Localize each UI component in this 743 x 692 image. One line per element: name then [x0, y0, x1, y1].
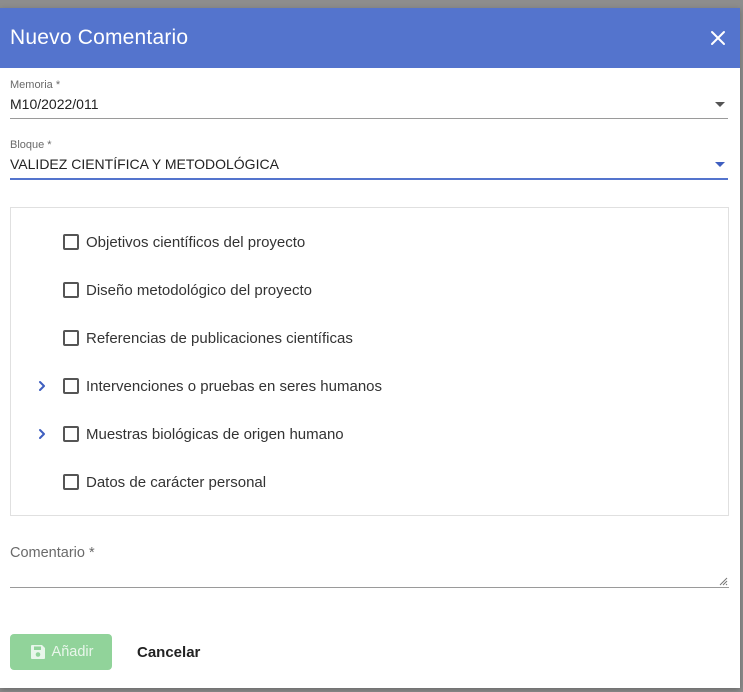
- tree-item[interactable]: Referencias de publicaciones científicas: [11, 326, 728, 350]
- memoria-label: Memoria *: [10, 79, 61, 91]
- comentario-field[interactable]: Comentario *: [10, 545, 729, 588]
- tree-item-checkbox[interactable]: [63, 234, 79, 250]
- tree-item-label: Referencias de publicaciones científicas: [86, 329, 353, 347]
- apartados-tree: Objetivos científicos del proyecto Diseñ…: [10, 207, 729, 516]
- tree-item[interactable]: Diseño metodológico del proyecto: [11, 278, 728, 302]
- tree-item-label: Diseño metodológico del proyecto: [86, 281, 312, 299]
- comentario-textarea[interactable]: [10, 561, 729, 588]
- dialog-title: Nuevo Comentario: [10, 26, 189, 49]
- bloque-label: Bloque *: [10, 139, 52, 151]
- tree-item-checkbox[interactable]: [63, 474, 79, 490]
- bloque-select[interactable]: Bloque * VALIDEZ CIENTÍFICA Y METODOLÓGI…: [10, 139, 728, 180]
- chevron-down-icon[interactable]: [715, 101, 725, 107]
- dialog-footer: Añadir Cancelar: [10, 634, 200, 670]
- memoria-value: M10/2022/011: [10, 96, 99, 112]
- tree-item-checkbox[interactable]: [63, 426, 79, 442]
- dialog-header: Nuevo Comentario: [0, 8, 740, 68]
- tree-item-label: Objetivos científicos del proyecto: [86, 233, 306, 251]
- tree-item-label: Datos de carácter personal: [86, 473, 267, 491]
- close-button[interactable]: [706, 26, 730, 50]
- tree-item-checkbox[interactable]: [63, 330, 79, 346]
- memoria-select[interactable]: Memoria * M10/2022/011: [10, 79, 728, 119]
- close-icon: [711, 31, 725, 45]
- tree-item-label: Intervenciones o pruebas en seres humano…: [86, 377, 383, 395]
- tree-item-checkbox[interactable]: [63, 282, 79, 298]
- cancel-button[interactable]: Cancelar: [137, 644, 200, 661]
- chevron-down-icon[interactable]: [715, 161, 725, 167]
- new-comment-dialog: Nuevo Comentario Memoria * M10/2022/011 …: [0, 8, 740, 688]
- tree-item[interactable]: Muestras biológicas de origen humano: [11, 422, 728, 446]
- add-button[interactable]: Añadir: [10, 634, 112, 670]
- chevron-right-icon[interactable]: [36, 380, 48, 392]
- tree-item[interactable]: Intervenciones o pruebas en seres humano…: [11, 374, 728, 398]
- tree-item-label: Muestras biológicas de origen humano: [86, 425, 344, 443]
- comentario-label: Comentario *: [10, 545, 95, 561]
- tree-item[interactable]: Objetivos científicos del proyecto: [11, 230, 728, 254]
- save-icon: [30, 645, 45, 659]
- chevron-right-icon[interactable]: [36, 428, 48, 440]
- bloque-underline: [10, 178, 728, 180]
- memoria-underline: [10, 118, 728, 119]
- resize-handle-icon[interactable]: [719, 577, 728, 586]
- tree-item-checkbox[interactable]: [63, 378, 79, 394]
- bloque-value: VALIDEZ CIENTÍFICA Y METODOLÓGICA: [10, 156, 279, 172]
- add-button-label: Añadir: [51, 644, 94, 660]
- tree-item[interactable]: Datos de carácter personal: [11, 470, 728, 494]
